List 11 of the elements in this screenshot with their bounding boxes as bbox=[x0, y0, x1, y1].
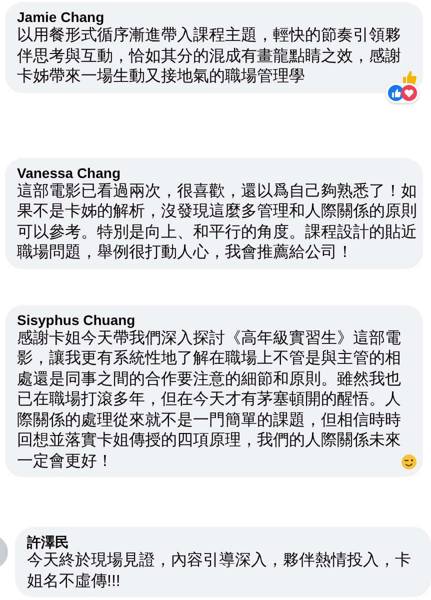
comment-text: 這部電影已看過兩次，很喜歡，還以爲自己夠熟悉了！如果不是卡姊的解析，沒發現這麼多管理和人際關係的原則可以參考。特別是向上、和平行的角度。課程設計的貼近職場問題，舉例很打動人心，我會推薦給公司！ bbox=[17, 182, 417, 263]
reactions-pill[interactable] bbox=[386, 82, 419, 102]
comment-author[interactable]: Sisyphus Chuang bbox=[17, 310, 136, 328]
comment-author[interactable]: Vanessa Chang bbox=[17, 164, 120, 182]
heart-reaction-icon bbox=[401, 84, 417, 100]
comment-text: 以用餐形式循序漸進帶入課程主題，輕快的節奏引領夥伴思考與互動，恰如其分的混成有畫龍點睛之效，感謝卡姊帶來一場生動又接地氣的職場管理學 bbox=[17, 26, 401, 87]
comment-text: 今天終於現場見證，內容引導深入，夥伴熱情投入，卡姐名不虛傳!!! bbox=[27, 551, 412, 592]
comment-author[interactable]: Jamie Chang bbox=[17, 8, 104, 26]
comment-text: 感謝卡姐今天帶我們深入探討《高年級實習生》這部電影，讓我更有系統性地了解在職場上不管是與主管的相處還是同事之間的合作要注意的細節和原則。雖然我也已在職場打滾多年，但在今天才有茅塞頓開的醒悟。人際關係的處理從來就不是一門簡單的課題，但相信時時回想並落實卡姐傳授的四項原理，我們的人際關係未來一定會更好！ bbox=[17, 328, 401, 472]
comment-author[interactable]: 許澤民 bbox=[27, 533, 69, 551]
wink-emoji-icon bbox=[401, 454, 417, 470]
